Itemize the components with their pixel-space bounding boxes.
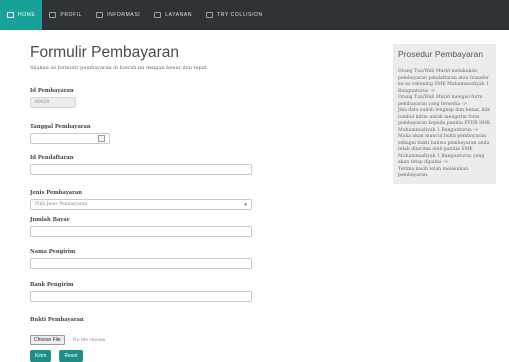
bukti-group: Bukti Pembayaran Choose File No file cho… xyxy=(30,317,105,345)
nav-item-label: TRY COLLISION xyxy=(217,12,263,18)
id-pendaftaran-field[interactable] xyxy=(30,164,252,175)
nav-item-label: PROFIL xyxy=(60,12,83,18)
nama-pengirim-field[interactable] xyxy=(30,258,252,269)
chevron-down-icon: ▾ xyxy=(244,202,247,208)
bank-pengirim-group: Bank Pengirim xyxy=(30,282,252,302)
jumlah-label: Jumlah Bayar xyxy=(30,217,70,223)
tanggal-group: Tanggal Pembayaran xyxy=(30,124,110,144)
nama-pengirim-label: Nama Pengirim xyxy=(30,249,76,255)
nav-item-layanan[interactable]: LAYANAN xyxy=(147,0,199,30)
reset-button[interactable]: Reset xyxy=(59,350,83,362)
jumlah-field[interactable] xyxy=(30,226,252,237)
nav-item-home[interactable]: HOME xyxy=(0,0,43,30)
window-icon xyxy=(206,12,214,18)
procedure-text: Orang Tua/Wali Murid melakukan pembayara… xyxy=(398,69,491,178)
jumlah-group: Jumlah Bayar xyxy=(30,217,252,237)
jenis-label: Jenis Pembayaran xyxy=(30,190,83,196)
bukti-label: Bukti Pembayaran xyxy=(30,317,84,323)
nav-item-profil[interactable]: PROFIL xyxy=(42,0,89,30)
payment-form: Formulir Pembayaran Silakan isi formulir… xyxy=(30,44,262,83)
profile-icon xyxy=(49,12,57,18)
jenis-select[interactable]: Pilih Jenis Pembayaran xyxy=(30,199,252,210)
home-icon xyxy=(7,12,14,18)
bank-pengirim-label: Bank Pengirim xyxy=(30,282,74,288)
nav-item-label: INFORMASI xyxy=(107,12,141,18)
page-subtitle: Silakan isi formulir pembayaran di bawah… xyxy=(30,65,209,71)
submit-button[interactable]: Kirim xyxy=(30,350,52,362)
nav-item-label: LAYANAN xyxy=(165,12,193,18)
procedure-panel: Prosedur Pembayaran Orang Tua/Wali Murid… xyxy=(393,44,496,184)
nav-item-label: HOME xyxy=(18,12,36,18)
id-pembayaran-field: 00020 xyxy=(30,97,76,108)
jenis-group: Jenis Pembayaran Pilih Jenis Pembayaran … xyxy=(30,190,252,210)
id-pembayaran-group: Id Pembayaran 00020 xyxy=(30,88,76,108)
nav-item-try-collision[interactable]: TRY COLLISION xyxy=(199,0,270,30)
nav-item-informasi[interactable]: INFORMASI xyxy=(89,0,147,30)
id-pembayaran-label: Id Pembayaran xyxy=(30,88,74,94)
calendar-icon[interactable] xyxy=(98,135,105,142)
page-title: Formulir Pembayaran xyxy=(30,44,180,61)
top-navbar: HOME PROFIL INFORMASI LAYANAN TRY COLLIS… xyxy=(0,0,509,30)
procedure-title: Prosedur Pembayaran xyxy=(398,49,484,59)
nama-pengirim-group: Nama Pengirim xyxy=(30,249,252,269)
id-pendaftaran-group: Id Pendaftaran xyxy=(30,155,252,175)
bank-pengirim-field[interactable] xyxy=(30,291,252,302)
service-icon xyxy=(154,12,162,18)
info-icon xyxy=(96,12,104,18)
id-pendaftaran-label: Id Pendaftaran xyxy=(30,155,74,161)
form-actions: Kirim Reset xyxy=(30,342,86,362)
tanggal-label: Tanggal Pembayaran xyxy=(30,124,91,130)
